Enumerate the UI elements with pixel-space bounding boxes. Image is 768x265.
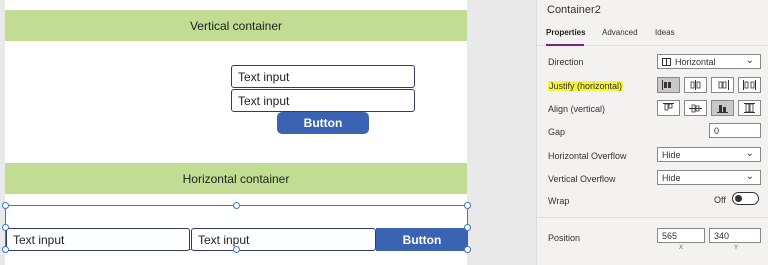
justify-space-between-icon[interactable] (738, 77, 761, 93)
direction-dropdown[interactable]: Horizontal ⌄ (657, 54, 761, 69)
resize-handle-bottom-right[interactable] (464, 246, 471, 253)
align-label: Align (vertical) (548, 104, 606, 114)
position-y-input[interactable]: 340 (709, 228, 761, 243)
horizontal-overflow-value: Hide (662, 149, 681, 160)
resize-handle-top-center[interactable] (233, 202, 240, 209)
panel-divider (537, 217, 768, 218)
position-y-label: Y (734, 245, 739, 251)
justify-label: Justify (horizontal) (548, 81, 624, 91)
direction-label: Direction (548, 57, 584, 67)
justify-center-icon[interactable] (684, 77, 707, 93)
horizontal-overflow-label: Horizontal Overflow (548, 151, 627, 161)
resize-handle-bottom-center[interactable] (233, 246, 240, 253)
vertical-text-input-1[interactable]: Text input (231, 65, 415, 88)
tab-advanced[interactable]: Advanced (602, 28, 638, 37)
align-stretch-icon[interactable] (738, 100, 761, 116)
wrap-state: Off (714, 195, 726, 205)
justify-end-icon[interactable] (711, 77, 734, 93)
chevron-down-icon: ⌄ (745, 171, 754, 182)
design-canvas: Vertical container Text input Text input… (0, 0, 536, 265)
properties-panel: Container2 Properties Advanced Ideas Dir… (536, 0, 768, 265)
resize-handle-middle-right[interactable] (464, 224, 471, 231)
horizontal-container-banner: Horizontal container (5, 163, 467, 194)
chevron-down-icon: ⌄ (745, 55, 754, 66)
toggle-knob (735, 194, 742, 202)
position-label: Position (548, 233, 581, 243)
app-stage: Vertical container Text input Text input… (0, 0, 768, 265)
resize-handle-top-left[interactable] (2, 202, 9, 209)
vertical-text-input-2[interactable]: Text input (231, 89, 415, 112)
direction-value: Horizontal (675, 56, 716, 67)
active-tab-indicator (546, 44, 584, 46)
horizontal-text-input-1[interactable]: Text input (6, 228, 190, 251)
vertical-overflow-value: Hide (662, 172, 681, 183)
wrap-label: Wrap (548, 196, 570, 206)
tab-ideas[interactable]: Ideas (655, 28, 675, 37)
align-center-icon[interactable] (684, 100, 707, 116)
position-x-input[interactable]: 565 (657, 228, 705, 243)
align-bottom-icon[interactable] (711, 100, 734, 116)
tab-properties[interactable]: Properties (546, 28, 586, 37)
gap-label: Gap (548, 127, 566, 137)
horizontal-text-input-2[interactable]: Text input (191, 228, 376, 251)
horizontal-overflow-dropdown[interactable]: Hide ⌄ (657, 147, 761, 162)
vertical-button[interactable]: Button (277, 112, 369, 134)
justify-label-text: Justify (horizontal) (548, 81, 624, 91)
wrap-toggle[interactable] (732, 192, 759, 205)
justify-start-icon[interactable] (657, 77, 680, 93)
app-screen: Vertical container Text input Text input… (2, 0, 471, 265)
horizontal-layout-icon (662, 57, 671, 66)
panel-tabs: Properties Advanced Ideas (537, 26, 768, 46)
resize-handle-top-right[interactable] (464, 202, 471, 209)
gap-input[interactable]: 0 (709, 123, 761, 138)
horizontal-button[interactable]: Button (376, 228, 468, 251)
resize-handle-middle-left[interactable] (2, 224, 9, 231)
resize-handle-bottom-left[interactable] (2, 246, 9, 253)
position-x-label: X (679, 245, 684, 251)
chevron-down-icon: ⌄ (745, 148, 754, 159)
vertical-overflow-label: Vertical Overflow (548, 174, 616, 184)
vertical-overflow-dropdown[interactable]: Hide ⌄ (657, 170, 761, 185)
align-top-icon[interactable] (657, 100, 680, 116)
vertical-container-banner: Vertical container (5, 10, 467, 41)
panel-title: Container2 (547, 4, 601, 16)
